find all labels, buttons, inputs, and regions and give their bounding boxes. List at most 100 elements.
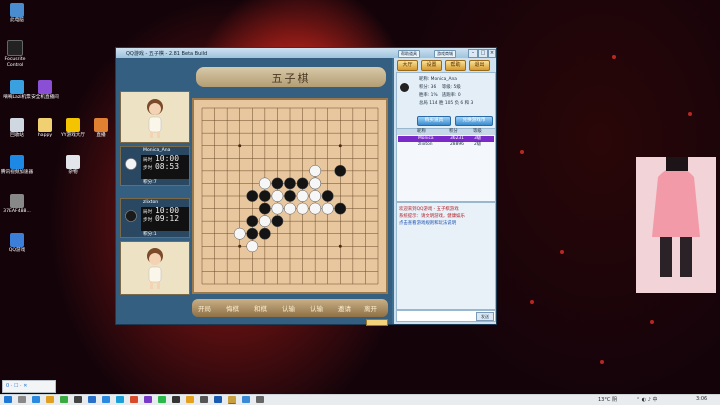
- explorer-icon[interactable]: [46, 396, 54, 403]
- desktop-icon-tencent[interactable]: 腾讯视频加速器: [0, 155, 34, 176]
- app-icon[interactable]: [214, 396, 222, 403]
- decor-dot: [530, 300, 534, 304]
- decor-dot: [600, 360, 604, 364]
- game-window: QQ游戏 - 五子棋 - 2.81 Beta Build 帮助道具 游戏商城 –…: [115, 47, 497, 326]
- rate-row: 胜率: 1% 逃跑率: 0: [419, 93, 461, 98]
- desktop-icon-label: YY游戏大厅: [61, 133, 85, 138]
- column-nickname[interactable]: 昵称: [417, 129, 426, 135]
- qq-penguin-icon: [400, 83, 409, 92]
- player-bottom-avatar[interactable]: [120, 241, 190, 295]
- win-count-label: 胜: [439, 101, 444, 106]
- draw-button[interactable]: 和棋: [254, 303, 267, 313]
- help-tools-button[interactable]: 帮助道具: [398, 50, 420, 58]
- total-value: 114: [429, 101, 438, 106]
- app-icon[interactable]: [172, 396, 180, 403]
- white-stone: [309, 177, 322, 190]
- player-score: 积分:1: [143, 232, 157, 237]
- notification-chip[interactable]: 0 · ☐ · ✕: [2, 380, 56, 393]
- concede-button[interactable]: 认输: [310, 303, 323, 313]
- app-icon[interactable]: [256, 396, 264, 403]
- minimize-icon[interactable]: –: [468, 49, 478, 58]
- app-icon[interactable]: [186, 396, 194, 403]
- tab-help[interactable]: 帮助: [445, 60, 466, 71]
- desktop-icon-pc[interactable]: 此电脑: [0, 3, 34, 24]
- board-grid[interactable]: [194, 100, 386, 292]
- black-stone: [246, 190, 259, 202]
- game-shop-button[interactable]: 游戏商城: [434, 50, 456, 58]
- notification-text: 0 · ☐ · ✕: [6, 383, 28, 389]
- desktop-icon-live[interactable]: 直播: [84, 118, 118, 139]
- player-top-panel: Monica_Ana 局时 10:00 步时 08:53 积分:7: [120, 146, 190, 186]
- gomoku-taskbar-icon[interactable]: [228, 396, 236, 404]
- undo-button[interactable]: 悔棋: [226, 303, 239, 313]
- desktop-icon-label: 嘀嘀Lazi机票: [3, 95, 31, 100]
- desktop-icon-app2[interactable]: 安全机直播间: [28, 80, 62, 101]
- black-stone: [258, 227, 271, 240]
- edge-icon[interactable]: [32, 396, 40, 403]
- player-stone-icon: [125, 158, 137, 170]
- player-list-header: 昵称 积分 等级: [397, 129, 495, 135]
- settings-small-button[interactable]: [366, 319, 388, 326]
- gomoku-board[interactable]: [192, 98, 388, 294]
- desktop-icon-label: 杂物: [68, 170, 78, 175]
- player-row[interactable]: zlixton 28896 2级: [398, 142, 494, 148]
- leave-button[interactable]: 离开: [364, 303, 377, 313]
- app-icon[interactable]: [88, 396, 96, 403]
- black-stone: [334, 202, 347, 215]
- close-icon[interactable]: ×: [488, 49, 496, 58]
- send-button[interactable]: 发送: [476, 312, 494, 321]
- game-area: 五子棋 Monica_Ana 局时 10:00 步时 08:53 积分:7 zl…: [116, 58, 392, 326]
- app-icon[interactable]: [144, 396, 152, 403]
- score-value: 1: [153, 232, 157, 237]
- tray-icons[interactable]: ⌃ ◐ ♪ 中: [636, 396, 658, 403]
- exchange-coins-button[interactable]: 兑换游戏币: [455, 116, 493, 126]
- desktop-icon-misc[interactable]: 杂物: [56, 155, 90, 176]
- buy-items-button[interactable]: 购买道具: [417, 116, 451, 126]
- app-icon[interactable]: [158, 396, 166, 403]
- recycle-bin-icon: [10, 118, 24, 132]
- decor-dot: [560, 250, 564, 254]
- chat-input[interactable]: 发送: [396, 310, 496, 322]
- desktop-icon-label: QQ游戏: [8, 248, 26, 253]
- right-panel: 大厅 设置 帮助 退出 昵称: Monica_Ana 积分: 36 等级: 5级…: [394, 58, 496, 324]
- app-icon[interactable]: [130, 396, 138, 403]
- clock[interactable]: 3:06: [696, 396, 707, 402]
- photo-person-image: [636, 157, 716, 293]
- white-stone: [233, 227, 246, 240]
- tab-exit[interactable]: 退出: [469, 60, 490, 71]
- column-level[interactable]: 等级: [473, 129, 482, 135]
- app-icon[interactable]: [200, 396, 208, 403]
- search-icon[interactable]: [18, 396, 26, 403]
- star-point: [338, 244, 342, 248]
- chat-log[interactable]: 欢迎来到QQ游戏 - 五子棋游戏 系统提示：请文明游戏，健康娱乐 点击查看游戏规…: [396, 202, 496, 310]
- white-stone: [309, 190, 322, 202]
- user-info-card: 昵称: Monica_Ana 积分: 36 等级: 5级 胜率: 1% 逃跑率:…: [396, 72, 496, 132]
- floating-photo[interactable]: [636, 157, 716, 293]
- desktop-icon-label: 回收站: [10, 133, 24, 138]
- window-titlebar[interactable]: QQ游戏 - 五子棋 - 2.81 Beta Build 帮助道具 游戏商城 –…: [116, 48, 496, 58]
- invite-button[interactable]: 邀请: [338, 303, 351, 313]
- maximize-icon[interactable]: □: [478, 49, 488, 58]
- start-button[interactable]: 开局: [198, 303, 211, 313]
- app-icon[interactable]: [74, 396, 82, 403]
- game-banner: 五子棋: [196, 67, 386, 87]
- app-icon[interactable]: [102, 396, 110, 403]
- black-stone: [334, 164, 347, 177]
- tab-hall[interactable]: 大厅: [397, 60, 418, 71]
- row-level: 2级: [474, 142, 482, 147]
- decor-dot: [650, 320, 654, 324]
- player-top-avatar[interactable]: [120, 91, 190, 143]
- desktop-icon-focusrite[interactable]: Focusrite Control: [0, 40, 32, 69]
- app-icon[interactable]: [116, 396, 124, 403]
- weather-text[interactable]: 13°C 阴: [598, 396, 617, 403]
- column-score[interactable]: 积分: [449, 129, 458, 135]
- app-icon[interactable]: [242, 396, 250, 403]
- start-icon[interactable]: [4, 396, 12, 403]
- app-icon: [10, 155, 24, 169]
- resign-button[interactable]: 认输: [282, 303, 295, 313]
- app-icon[interactable]: [60, 396, 68, 403]
- tab-settings[interactable]: 设置: [421, 60, 442, 71]
- desktop-icon-37eaf[interactable]: 37EAF488...: [0, 194, 34, 215]
- score-value: 36: [430, 85, 437, 90]
- desktop-icon-qqgame[interactable]: QQ游戏: [0, 233, 34, 254]
